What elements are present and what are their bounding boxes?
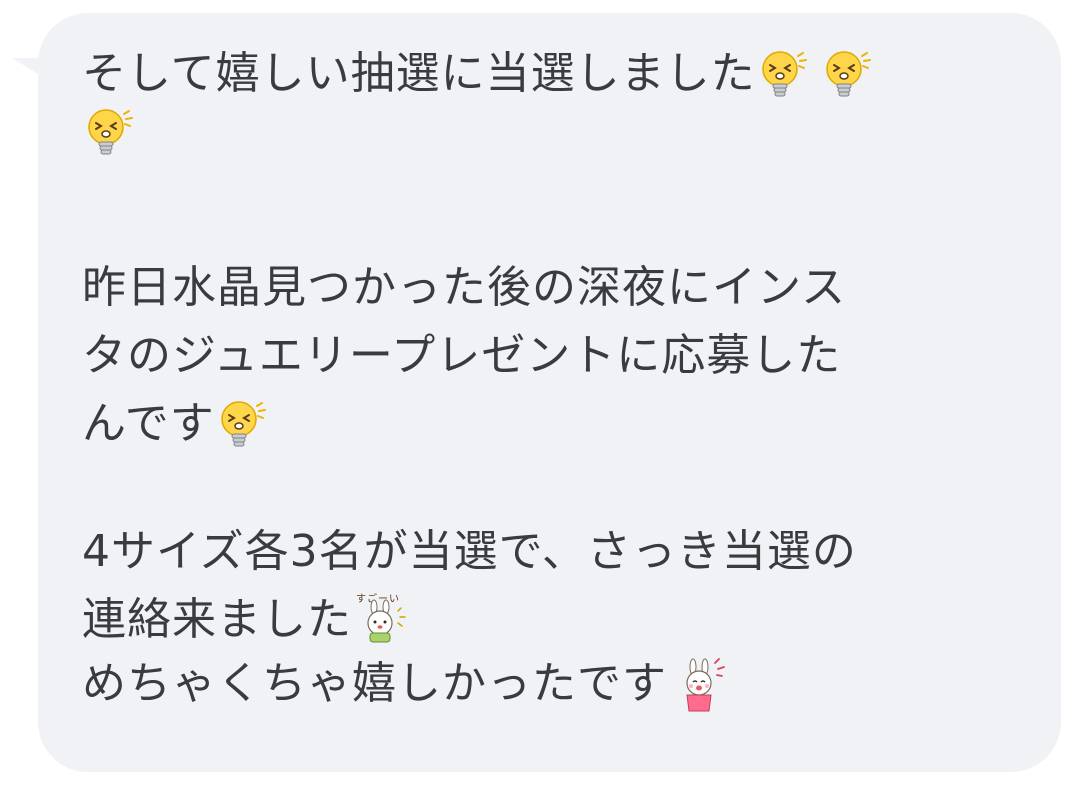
message-bubble[interactable]: そして嬉しい抽選に当選しました 昨日水晶見つかった後の深夜にインス タのジュエリ… <box>38 13 1061 772</box>
message-text: タのジュエリープレゼントに応募した <box>82 330 842 381</box>
message-text: 4サイズ各3名が当選で、さっき当選の <box>82 526 857 577</box>
message-line: タのジュエリープレゼントに応募した <box>82 327 1021 385</box>
message-text: 連絡来ました <box>82 594 352 645</box>
message-text: んです <box>82 398 215 449</box>
message-text: そして嬉しい抽選に当選しました <box>82 48 756 99</box>
bulb-face-icon <box>82 105 136 159</box>
message-line <box>82 103 1021 161</box>
message-line: 連絡来ました すごーい <box>82 591 1021 649</box>
stamp-text: すごーい <box>356 592 400 605</box>
message-line: めちゃくちゃ嬉しかったです <box>82 655 1021 713</box>
rabbit-sugoi-icon: すごーい <box>352 591 410 649</box>
message-text: めちゃくちゃ嬉しかったです <box>82 658 667 709</box>
message-line: んです <box>82 395 1021 453</box>
bulb-face-icon <box>820 47 874 101</box>
bulb-face-icon <box>215 397 269 451</box>
message-text: 昨日水晶見つかった後の深夜にインス <box>82 262 847 313</box>
chat-area: そして嬉しい抽選に当選しました 昨日水晶見つかった後の深夜にインス タのジュエリ… <box>0 0 1080 796</box>
message-line: 昨日水晶見つかった後の深夜にインス <box>82 259 1021 317</box>
message-line: 4サイズ各3名が当選で、さっき当選の <box>82 523 1021 581</box>
rabbit-happy-icon <box>673 655 731 713</box>
bulb-face-icon <box>756 47 810 101</box>
message-line: そして嬉しい抽選に当選しました <box>82 45 1021 103</box>
